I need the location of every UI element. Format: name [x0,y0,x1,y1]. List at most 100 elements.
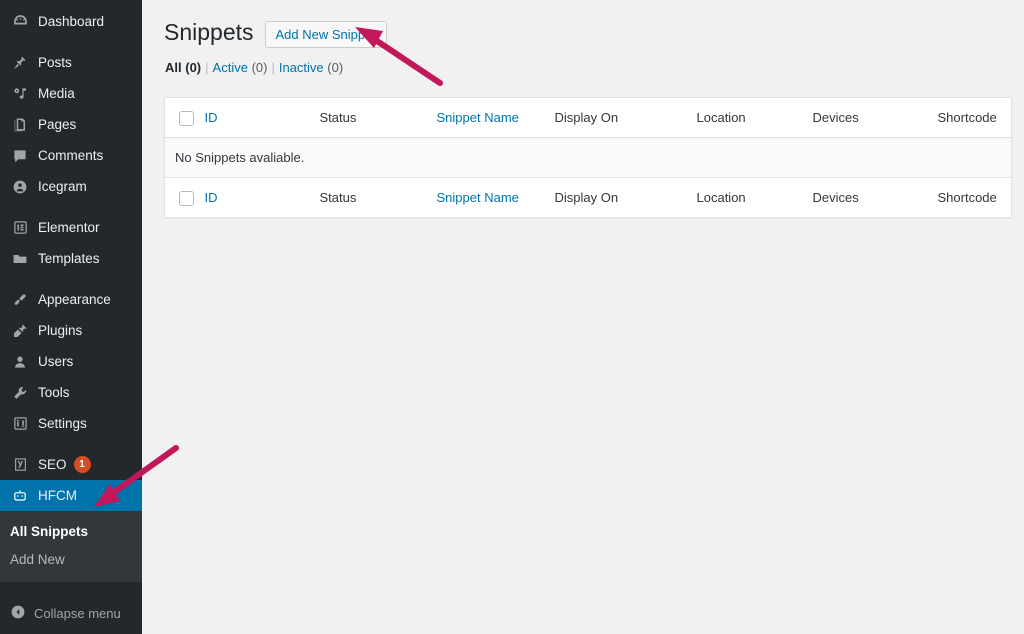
sidebar-divider [0,37,142,47]
submenu-item-label: Add New [10,552,65,568]
column-label: Display On [554,190,619,206]
comment-icon [10,146,30,166]
sidebar-item-settings[interactable]: Settings [0,408,142,439]
sidebar-item-label: Elementor [38,219,100,235]
filter-label: Inactive [278,60,324,76]
admin-sidebar: Dashboard Posts Media Pages Comments Ice… [0,0,142,634]
column-footer-snippet-name[interactable]: Snippet Name [436,177,555,218]
snippets-table: ID Status Snippet Name Display On Locati… [164,97,1012,219]
column-label: Status [319,190,357,206]
column-label: Shortcode [937,190,997,206]
sidebar-item-seo[interactable]: SEO 1 [0,449,142,480]
filter-count: (0) [251,60,268,76]
icegram-icon [10,177,30,197]
filter-link-active[interactable]: Active (0) [213,60,268,75]
select-all-checkbox-footer[interactable] [179,190,194,206]
sidebar-item-label: Appearance [38,291,111,307]
folder-icon [10,249,30,269]
sidebar-item-users[interactable]: Users [0,346,142,377]
column-header-status: Status [319,97,437,139]
column-footer-status: Status [319,177,437,218]
table-body: No Snippets avaliable. [164,137,1012,179]
sidebar-divider [0,274,142,284]
column-header-snippet-name[interactable]: Snippet Name [436,97,555,139]
sidebar-item-templates[interactable]: Templates [0,243,142,274]
pin-icon [10,53,30,73]
select-all-header [164,97,205,139]
column-header-id[interactable]: ID [204,97,320,139]
column-label: Snippet Name [436,110,519,126]
collapse-menu-button[interactable]: Collapse menu [0,596,142,630]
filter-link-inactive[interactable]: Inactive (0) [279,60,343,75]
sidebar-item-dashboard[interactable]: Dashboard [0,6,142,37]
filter-link-all[interactable]: All (0) [165,60,201,75]
column-footer-location: Location [696,177,813,218]
column-label: ID [204,190,218,206]
wp-admin-screen: Dashboard Posts Media Pages Comments Ice… [0,0,1024,634]
column-footer-shortcode: Shortcode [937,177,1012,218]
column-footer-display-on: Display On [554,177,697,218]
sidebar-item-posts[interactable]: Posts [0,47,142,78]
submenu-item-label: All Snippets [10,524,89,539]
sidebar-item-pages[interactable]: Pages [0,109,142,140]
column-footer-id[interactable]: ID [204,177,320,218]
column-header-shortcode: Shortcode [937,97,1012,139]
column-label: Devices [812,190,859,206]
add-new-snippet-button[interactable]: Add New Snippet [264,21,387,49]
sidebar-item-label: Settings [38,415,87,431]
filter-label: All [165,60,182,76]
empty-state-row: No Snippets avaliable. [164,137,1012,179]
sidebar-item-label: Pages [38,116,77,132]
sidebar-item-comments[interactable]: Comments [0,140,142,171]
wrench-icon [10,383,30,403]
sidebar-item-plugins[interactable]: Plugins [0,315,142,346]
sidebar-item-label: Tools [38,384,70,400]
hfcm-submenu: All Snippets Add New [0,511,142,583]
column-label: Shortcode [937,110,997,126]
plugin-icon [10,321,30,341]
media-icon [10,84,30,104]
submenu-item-all-snippets[interactable]: All Snippets [0,518,142,546]
empty-state-message: No Snippets avaliable. [164,137,1012,179]
table-head: ID Status Snippet Name Display On Locati… [164,97,1012,139]
column-label: Location [696,110,746,126]
collapse-arrow-icon [10,604,26,623]
sidebar-item-label: Posts [38,54,72,70]
page-header: Snippets Add New Snippet [164,10,1010,49]
sidebar-item-label: Plugins [38,322,83,338]
sidebar-item-label: HFCM [38,487,77,503]
column-label: Location [696,190,746,206]
page-title: Snippets [164,19,254,46]
select-all-checkbox[interactable] [179,110,194,126]
table-foot: ID Status Snippet Name Display On Locati… [164,177,1012,218]
select-all-footer-header [164,177,205,218]
pages-icon [10,115,30,135]
dashboard-icon [10,12,30,32]
column-label: Snippet Name [436,190,519,206]
sidebar-item-label: Icegram [38,178,87,194]
sidebar-item-elementor[interactable]: Elementor [0,212,142,243]
sidebar-item-label: SEO [38,456,67,472]
column-label: ID [204,110,218,126]
sidebar-item-hfcm[interactable]: HFCM [0,480,142,511]
sidebar-item-tools[interactable]: Tools [0,377,142,408]
filter-separator: | [271,60,275,76]
filter-separator: | [205,60,209,76]
sidebar-item-label: Templates [38,250,100,266]
sidebar-item-label: Media [38,85,75,101]
sidebar-divider [0,439,142,449]
column-footer-devices: Devices [812,177,938,218]
table-footer-row: ID Status Snippet Name Display On Locati… [164,177,1012,218]
submenu-item-add-new[interactable]: Add New [0,546,142,574]
filter-count: (0) [185,60,202,76]
sidebar-item-label: Users [38,353,74,369]
sidebar-item-appearance[interactable]: Appearance [0,284,142,315]
filter-count: (0) [327,60,344,76]
collapse-menu-label: Collapse menu [34,605,121,621]
hfcm-icon [10,486,30,506]
sidebar-item-media[interactable]: Media [0,78,142,109]
column-label: Display On [554,110,619,126]
column-header-display-on: Display On [554,97,697,139]
sidebar-item-icegram[interactable]: Icegram [0,171,142,202]
elementor-icon [10,218,30,238]
